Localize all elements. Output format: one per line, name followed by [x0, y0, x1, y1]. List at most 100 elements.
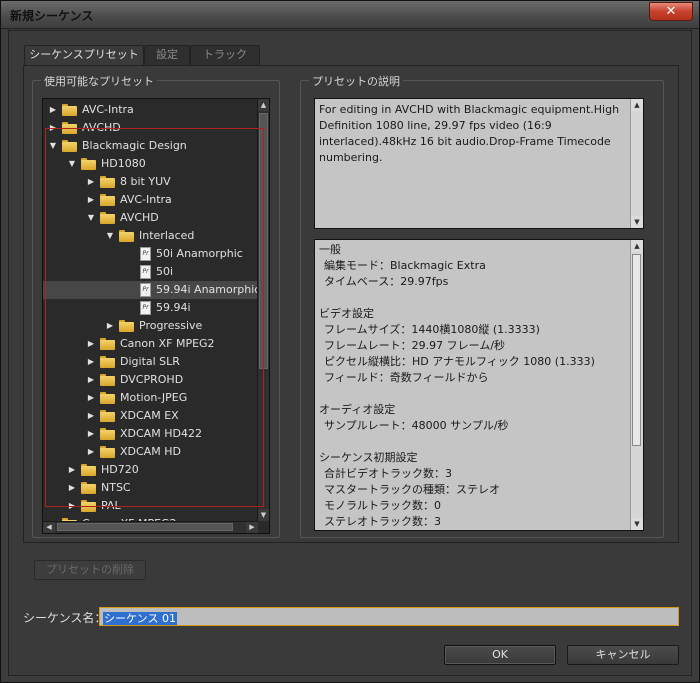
scroll-down-icon[interactable]: ▼ [631, 518, 643, 530]
collapsed-triangle-icon[interactable]: ▶ [85, 353, 97, 371]
tree-folder-row[interactable]: ▶ NTSC [43, 479, 258, 497]
scroll-up-icon[interactable]: ▲ [258, 99, 269, 111]
collapsed-triangle-icon[interactable]: ▶ [85, 191, 97, 209]
collapsed-triangle-icon[interactable]: ▶ [66, 461, 78, 479]
tree-folder-row[interactable]: ▶ HD720 [43, 461, 258, 479]
detail-heading: ビデオ設定 [319, 307, 374, 320]
folder-icon [100, 374, 115, 386]
preset-file-icon: Pr [140, 301, 151, 315]
tree-folder-row[interactable]: ▶ XDCAM HD [43, 443, 258, 461]
tree-folder-row[interactable]: ▼ AVCHD [43, 209, 258, 227]
delete-preset-button[interactable]: プリセットの削除 [34, 560, 146, 580]
folder-icon [100, 338, 115, 350]
tree-item-label: PAL [101, 499, 121, 512]
collapsed-triangle-icon[interactable]: ▶ [104, 317, 116, 335]
tree-folder-row[interactable]: ▶ AVC-Intra [43, 101, 258, 119]
tree-folder-row[interactable]: ▶ Progressive [43, 317, 258, 335]
description-scrollbar[interactable]: ▲ ▼ [630, 99, 643, 228]
tree-preset-row[interactable]: Pr 50i [43, 263, 258, 281]
collapsed-triangle-icon[interactable]: ▶ [85, 335, 97, 353]
collapsed-triangle-icon[interactable]: ▶ [85, 389, 97, 407]
tree-item-label: XDCAM HD [120, 445, 181, 458]
description-textbox[interactable]: For editing in AVCHD with Blackmagic equ… [314, 98, 644, 229]
tree-folder-row[interactable]: ▼ Blackmagic Design [43, 137, 258, 155]
collapsed-triangle-icon[interactable]: ▶ [85, 443, 97, 461]
scroll-down-icon[interactable]: ▼ [631, 216, 643, 228]
close-button[interactable]: ✕ [649, 2, 693, 21]
ok-button[interactable]: OK [444, 645, 556, 665]
collapsed-triangle-icon[interactable]: ▶ [85, 425, 97, 443]
tree-item-label: NTSC [101, 481, 131, 494]
folder-icon [119, 230, 134, 242]
tree-item-label: XDCAM HD422 [120, 427, 202, 440]
folder-icon [100, 410, 115, 422]
preset-file-icon: Pr [140, 247, 151, 261]
tree-folder-row[interactable]: ▶ Digital SLR [43, 353, 258, 371]
tree-preset-row[interactable]: Pr 59.94i [43, 299, 258, 317]
tree-folder-row[interactable]: ▶ XDCAM EX [43, 407, 258, 425]
folder-icon [100, 392, 115, 404]
folder-icon [100, 428, 115, 440]
tree-folder-row[interactable]: ▶ XDCAM HD422 [43, 425, 258, 443]
cancel-button[interactable]: キャンセル [567, 645, 679, 665]
tree-item-label: Digital SLR [120, 355, 180, 368]
preset-tree[interactable]: ▶ AVC-Intra ▶ AVCHD ▼ Blackmagic Design ▼ HD108… [42, 98, 270, 534]
scroll-right-icon[interactable]: ▶ [246, 522, 258, 533]
tree-item-label: Interlaced [139, 229, 195, 242]
tree-folder-row[interactable]: ▶ AVC-Intra [43, 191, 258, 209]
tree-preset-row[interactable]: Pr 59.94i Anamorphic [43, 281, 258, 299]
detail-line: サンプルレート：48000 サンプル/秒 [324, 419, 509, 432]
tree-preset-row[interactable]: Pr 50i Anamorphic [43, 245, 258, 263]
tree-folder-row[interactable]: ▶ Motion-JPEG [43, 389, 258, 407]
collapsed-triangle-icon[interactable]: ▶ [66, 497, 78, 515]
tree-item-label: HD1080 [101, 157, 146, 170]
expanded-triangle-icon[interactable]: ▼ [104, 227, 116, 245]
scroll-up-icon[interactable]: ▲ [631, 240, 643, 252]
collapsed-triangle-icon[interactable]: ▶ [85, 371, 97, 389]
tree-folder-row[interactable]: ▶ AVCHD [43, 119, 258, 137]
tree-horizontal-scrollbar[interactable]: ◀ ▶ [43, 521, 258, 533]
expanded-triangle-icon[interactable]: ▼ [85, 209, 97, 227]
tab-panel: 使用可能なプリセット ▶ AVC-Intra ▶ AVCHD ▼ Blackmagic D… [23, 65, 679, 543]
scroll-down-icon[interactable]: ▼ [258, 509, 269, 521]
tree-item-label: Blackmagic Design [82, 139, 187, 152]
tree-folder-row[interactable]: ▼ HD1080 [43, 155, 258, 173]
collapsed-triangle-icon[interactable]: ▶ [85, 407, 97, 425]
tree-folder-row[interactable]: ▶ PAL [43, 497, 258, 515]
tree-folder-row[interactable]: ▶ Canon XF MPEG2 [43, 335, 258, 353]
detail-line: タイムベース：29.97fps [324, 275, 449, 288]
title-bar[interactable]: 新規シーケンス ✕ [1, 1, 699, 29]
tree-folder-row[interactable]: ▼ Interlaced [43, 227, 258, 245]
expanded-triangle-icon[interactable]: ▼ [66, 155, 78, 173]
collapsed-triangle-icon[interactable]: ▶ [47, 119, 59, 137]
collapsed-triangle-icon[interactable]: ▶ [85, 173, 97, 191]
details-scrollbar[interactable]: ▲ ▼ [630, 240, 643, 530]
sequence-name-input[interactable]: シーケンス 01 [99, 607, 679, 626]
hscroll-thumb[interactable] [57, 523, 233, 531]
scroll-left-icon[interactable]: ◀ [43, 522, 55, 533]
collapsed-triangle-icon[interactable]: ▶ [47, 101, 59, 119]
scroll-thumb[interactable] [259, 113, 268, 369]
folder-icon [81, 464, 96, 476]
folder-icon [81, 500, 96, 512]
tree-vertical-scrollbar[interactable]: ▲ ▼ [257, 99, 269, 521]
tree-folder-row[interactable]: ▶ 8 bit YUV [43, 173, 258, 191]
scroll-thumb[interactable] [632, 254, 641, 446]
detail-heading: シーケンス初期設定 [319, 451, 418, 464]
tree-folder-row[interactable]: ▶ DVCPROHD [43, 371, 258, 389]
sequence-name-value: シーケンス 01 [103, 612, 177, 625]
expanded-triangle-icon[interactable]: ▼ [47, 137, 59, 155]
scroll-up-icon[interactable]: ▲ [631, 99, 643, 111]
preset-details-textbox[interactable]: 一般 編集モード：Blackmagic Extra タイムベース：29.97fps ビ… [314, 239, 644, 531]
detail-line: 合計ビデオトラック数：3 [324, 467, 452, 480]
tab-tracks[interactable]: トラック [190, 45, 260, 65]
tree-item-label: 59.94i [156, 301, 191, 314]
tree-item-label: AVCHD [82, 121, 121, 134]
tab-sequence-presets[interactable]: シーケンスプリセット [24, 45, 144, 66]
tab-settings[interactable]: 設定 [144, 45, 190, 65]
tree-item-label: AVC-Intra [120, 193, 172, 206]
description-text: For editing in AVCHD with Blackmagic equ… [319, 103, 620, 164]
collapsed-triangle-icon[interactable]: ▶ [66, 479, 78, 497]
tree-item-label: HD720 [101, 463, 139, 476]
tree-item-label: AVCHD [120, 211, 159, 224]
